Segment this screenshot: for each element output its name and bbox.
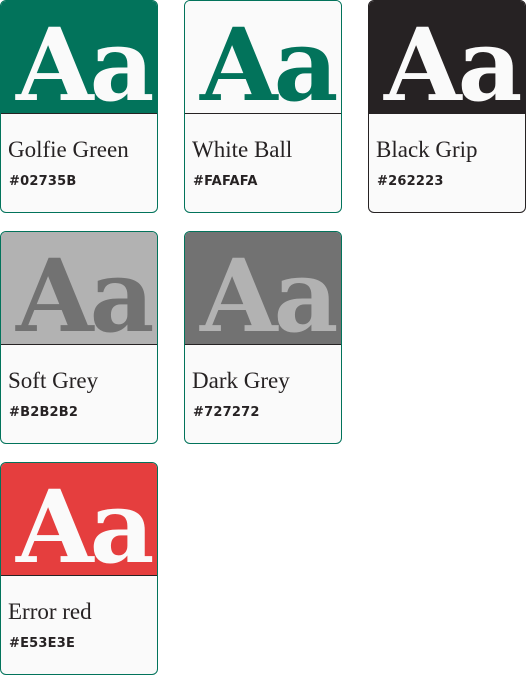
type-sample: Aa — [16, 6, 154, 114]
color-swatch: Aa — [1, 463, 157, 576]
type-sample: Aa — [16, 468, 154, 576]
color-name: Error red — [8, 599, 92, 624]
color-name: White Ball — [192, 137, 293, 162]
color-name: Golfie Green — [8, 137, 129, 162]
color-hex: #FAFAFA — [193, 174, 258, 189]
color-swatch: Aa — [185, 1, 341, 114]
color-swatch: Aa — [185, 232, 341, 345]
type-sample: Aa — [200, 237, 338, 345]
type-sample: Aa — [16, 237, 154, 345]
type-sample: Aa — [384, 6, 522, 114]
color-swatch: Aa — [369, 1, 525, 114]
color-name: Dark Grey — [192, 368, 290, 393]
color-card-error-red: Aa Error red #E53E3E — [0, 462, 158, 675]
color-card-white-ball: Aa White Ball #FAFAFA — [184, 0, 342, 213]
color-hex: #262223 — [377, 174, 444, 189]
color-name: Soft Grey — [8, 368, 99, 393]
color-card-golfie-green: Aa Golfie Green #02735B — [0, 0, 158, 213]
type-sample: Aa — [200, 6, 338, 114]
color-hex: #02735B — [9, 174, 77, 189]
color-swatch: Aa — [1, 232, 157, 345]
color-hex: #E53E3E — [9, 636, 76, 651]
color-swatch: Aa — [1, 1, 157, 114]
color-name: Black Grip — [376, 137, 478, 162]
color-card-black-grip: Aa Black Grip #262223 — [368, 0, 526, 213]
color-card-soft-grey: Aa Soft Grey #B2B2B2 — [0, 231, 158, 444]
color-hex: #B2B2B2 — [9, 405, 79, 420]
color-hex: #727272 — [193, 405, 260, 420]
color-card-dark-grey: Aa Dark Grey #727272 — [184, 231, 342, 444]
